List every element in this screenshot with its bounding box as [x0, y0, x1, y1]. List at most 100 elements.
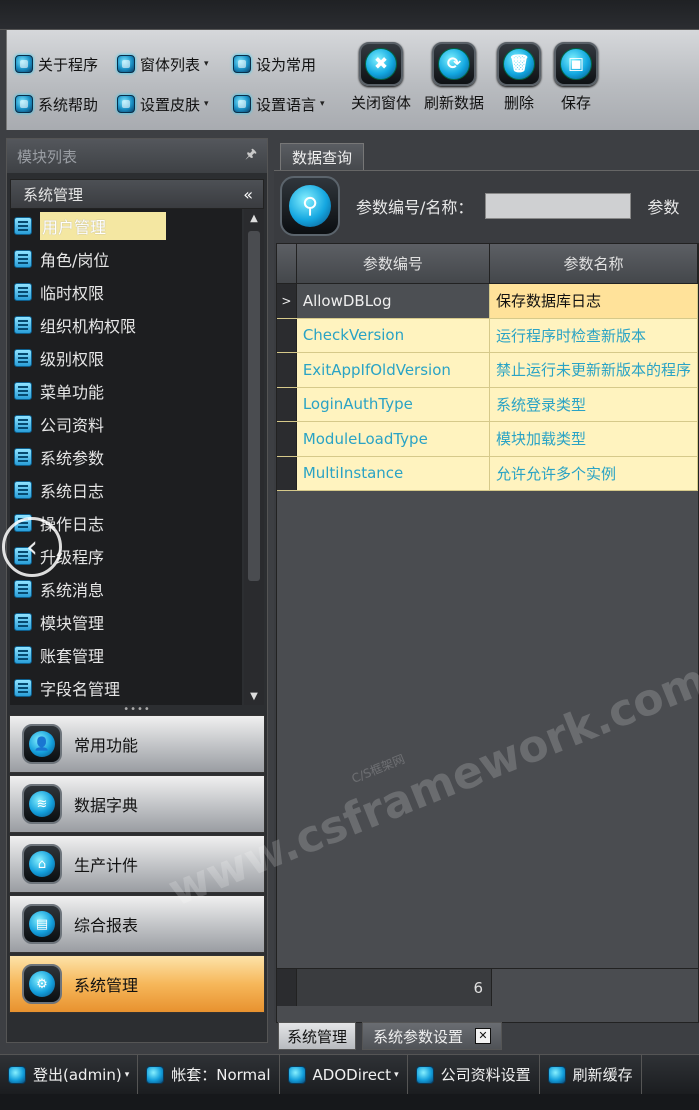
- sidebar-item[interactable]: 系统日志: [10, 473, 242, 506]
- cell-name[interactable]: 运行程序时检查新版本: [489, 318, 698, 352]
- row-indicator: >: [277, 284, 297, 318]
- window-title-bar: [0, 0, 699, 30]
- cell-name[interactable]: 允许允许多个实例: [489, 456, 698, 490]
- table-row[interactable]: MultiInstance 允许允许多个实例: [277, 456, 698, 491]
- scroll-down-icon[interactable]: ▼: [244, 687, 264, 705]
- refresh-data-button[interactable]: ⟳ 刷新数据: [419, 42, 489, 113]
- param-search-input[interactable]: [485, 193, 632, 219]
- cell-name[interactable]: 系统登录类型: [489, 387, 698, 421]
- status-bar: 登出(admin) ▾ 帐套：Normal ADODirect ▾ 公司资料设置 刷新缓存: [0, 1054, 699, 1095]
- sidebar-item[interactable]: 临时权限: [10, 275, 242, 308]
- status-item[interactable]: 公司资料设置: [408, 1054, 540, 1095]
- sidebar-item[interactable]: 用户管理: [10, 209, 242, 242]
- save-icon: ▣: [560, 48, 592, 80]
- chevron-down-icon: ▾: [394, 1069, 399, 1080]
- sidebar-item[interactable]: 字段名管理: [10, 671, 242, 704]
- status-item[interactable]: 帐套：Normal: [138, 1054, 280, 1095]
- row-indicator: [277, 353, 297, 387]
- sidebar-item[interactable]: 公司资料: [10, 407, 242, 440]
- status-item[interactable]: ADODirect ▾: [280, 1054, 408, 1095]
- search-button[interactable]: ⚲: [280, 176, 340, 236]
- sidebar-item[interactable]: 模块管理: [10, 605, 242, 638]
- sidebar-item[interactable]: 组织机构权限: [10, 308, 242, 341]
- sidebar-item[interactable]: 账套管理: [10, 638, 242, 671]
- chevron-down-icon: ▾: [204, 99, 209, 109]
- cell-code[interactable]: AllowDBLog: [296, 284, 490, 318]
- row-count: 6: [297, 969, 492, 1006]
- sidebar-item[interactable]: 系统消息: [10, 572, 242, 605]
- list-icon: [14, 447, 32, 466]
- list-icon: [14, 612, 32, 631]
- sidebar-item[interactable]: 菜单功能: [10, 374, 242, 407]
- status-item[interactable]: 登出(admin) ▾: [0, 1054, 139, 1095]
- collapse-icon[interactable]: «: [243, 185, 253, 204]
- tab-data-query[interactable]: 数据查询: [280, 143, 364, 171]
- scroll-up-icon[interactable]: ▲: [244, 209, 264, 227]
- info-icon: [15, 55, 33, 73]
- param-grid: 参数编号 参数名称 > AllowDBLog 保存数据库日志 CheckVersion…: [276, 243, 699, 1023]
- table-row[interactable]: LoginAuthType 系统登录类型: [277, 387, 698, 422]
- nav-button[interactable]: ▤ 综合报表: [9, 895, 265, 953]
- tab-system-params[interactable]: 系统参数设置 ✕: [362, 1022, 502, 1050]
- panel-title: 模块列表 🖈: [7, 139, 267, 173]
- sidebar-item[interactable]: 系统参数: [10, 440, 242, 473]
- list-icon: [14, 348, 32, 367]
- cell-code[interactable]: ExitAppIfOldVersion: [296, 353, 490, 387]
- module-list-panel: 模块列表 🖈 系统管理 « 用户管理 角色/岗位 临时权限 组织机构权限 级别权限 菜单功…: [6, 138, 268, 1043]
- cell-name[interactable]: 模块加载类型: [489, 422, 698, 456]
- list-icon: [14, 315, 32, 334]
- table-row[interactable]: ExitAppIfOldVersion 禁止运行未更新新版本的程序: [277, 353, 698, 388]
- database-icon: ≋: [29, 791, 55, 817]
- row-indicator: [277, 318, 297, 352]
- nav-button[interactable]: 👤 常用功能: [9, 715, 265, 773]
- system-help-button[interactable]: 系统帮助: [15, 92, 98, 116]
- skin-icon: [117, 95, 135, 113]
- group-header[interactable]: 系统管理 «: [10, 179, 264, 209]
- back-arrow-icon[interactable]: ‹: [2, 517, 62, 577]
- cell-code[interactable]: CheckVersion: [296, 318, 490, 352]
- cell-code[interactable]: MultiInstance: [296, 456, 490, 490]
- table-row[interactable]: > AllowDBLog 保存数据库日志: [277, 284, 698, 319]
- search-icon: ⚲: [289, 185, 331, 227]
- about-button[interactable]: 关于程序: [15, 52, 98, 76]
- window-list-button[interactable]: 窗体列表 ▾: [117, 52, 209, 76]
- user-icon: 👤: [29, 731, 55, 757]
- set-favorite-button[interactable]: 设为常用: [233, 52, 316, 76]
- tab-system-management[interactable]: 系统管理: [278, 1022, 356, 1050]
- close-icon[interactable]: ✕: [475, 1028, 492, 1044]
- list-icon: [14, 579, 32, 598]
- module-list-scrollbar[interactable]: ▲ ▼: [244, 209, 264, 705]
- set-skin-button[interactable]: 设置皮肤 ▾: [117, 92, 209, 116]
- close-window-button[interactable]: ✖ 关闭窗体: [346, 42, 416, 113]
- table-row[interactable]: CheckVersion 运行程序时检查新版本: [277, 318, 698, 353]
- save-button[interactable]: ▣ 保存: [541, 42, 611, 113]
- taskbar-strip: [0, 1094, 699, 1110]
- sidebar-item[interactable]: 角色/岗位: [10, 242, 242, 275]
- column-header-code[interactable]: 参数编号: [297, 244, 490, 283]
- scroll-thumb[interactable]: [248, 231, 260, 581]
- list-icon: [14, 249, 32, 268]
- main-content: ⚲ 参数编号/名称： 参数 参数编号 参数名称 > AllowDBLog 保存数据库…: [274, 170, 699, 1023]
- refresh-icon: ⟳: [438, 48, 470, 80]
- language-icon: [233, 95, 251, 113]
- sidebar-item[interactable]: 级别权限: [10, 341, 242, 374]
- set-language-button[interactable]: 设置语言 ▾: [233, 92, 325, 116]
- panel-splitter[interactable]: ••••: [7, 704, 267, 715]
- table-row[interactable]: ModuleLoadType 模块加载类型: [277, 422, 698, 457]
- status-item[interactable]: 刷新缓存: [540, 1054, 642, 1095]
- list-icon: [14, 216, 32, 235]
- column-header-name[interactable]: 参数名称: [490, 244, 698, 283]
- module-list: 用户管理 角色/岗位 临时权限 组织机构权限 级别权限 菜单功能 公司资料 系统参数 系统日志操…: [10, 209, 242, 705]
- close-window-icon: ✖: [365, 48, 397, 80]
- cell-name[interactable]: 禁止运行未更新新版本的程序: [489, 353, 698, 387]
- list-icon: [14, 678, 32, 697]
- home-icon: ⌂: [29, 851, 55, 877]
- cell-name[interactable]: 保存数据库日志: [489, 284, 698, 318]
- cell-code[interactable]: LoginAuthType: [296, 387, 490, 421]
- pin-icon[interactable]: 🖈: [245, 145, 257, 167]
- nav-button[interactable]: ⚙ 系统管理: [9, 955, 265, 1013]
- lightning-icon: [287, 1065, 306, 1084]
- query-bar: ⚲ 参数编号/名称： 参数: [280, 175, 699, 237]
- nav-button[interactable]: ≋ 数据字典: [9, 775, 265, 833]
- cell-code[interactable]: ModuleLoadType: [296, 422, 490, 456]
